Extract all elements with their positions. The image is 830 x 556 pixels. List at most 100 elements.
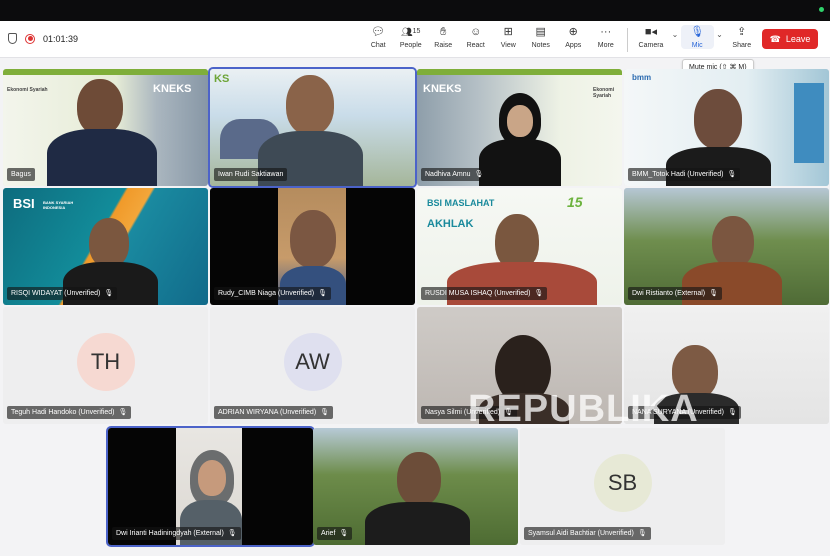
name-label: Arief 🎙︎ [317, 527, 353, 540]
muted-mic-icon: 🎙︎ [227, 530, 237, 537]
apps-icon: ⊕ [568, 26, 578, 38]
participant-face [712, 216, 754, 268]
bsi-logo: BSI [13, 196, 35, 211]
meeting-timer: 01:01:39 [43, 33, 79, 44]
avatar: AW [283, 332, 342, 391]
grid-view-icon: ⊞ [503, 26, 513, 38]
participant-face [77, 79, 123, 135]
bsi-maslahat-logo: BSI MASLAHAT [427, 198, 495, 208]
participant-body [47, 129, 157, 186]
muted-mic-icon: 🎙︎ [339, 530, 349, 537]
camera-button[interactable]: ■◂ Camera [633, 25, 669, 49]
phone-hangup-icon: ☎ [769, 33, 781, 44]
participant-tile-rusdi[interactable]: BSI MASLAHAT AKHLAK 15 RUSDI MUSA ISHAQ … [417, 188, 622, 305]
more-button[interactable]: ··· More [590, 25, 623, 49]
muted-mic-icon: 🎙︎ [534, 290, 544, 297]
name-label: ADRIAN WIRYANA (Unverified) 🎙︎ [214, 406, 334, 419]
name-label: Bagus [7, 168, 35, 181]
participant-face [397, 452, 441, 506]
participant-tile-arief[interactable]: Arief 🎙︎ [313, 428, 518, 545]
participant-tile-nadhiva[interactable]: KNEKS Ekonomi Syariah Nadhiva Amnu 🎙︎ [417, 69, 622, 186]
kneks-logo: KNEKS [153, 83, 192, 95]
kneks-logo: KS [214, 73, 230, 85]
avatar: SB [593, 453, 652, 512]
muted-mic-icon: 🎙︎ [318, 290, 327, 297]
camera-indicator [819, 7, 824, 12]
participant-body [365, 502, 470, 545]
ekonomi-syariah-logo: Ekonomi Syariah [593, 87, 615, 99]
chat-icon: 💬︎ [371, 26, 386, 38]
participant-body [479, 139, 561, 186]
background-banner [3, 69, 208, 75]
muted-mic-icon: 🎙︎ [118, 409, 128, 416]
name-label: Dwi Ristianto (External) 🎙︎ [628, 287, 723, 300]
muted-mic-icon: 🎙︎ [727, 171, 737, 178]
bank-name-text: BANK SYARIAH INDONESIA [43, 200, 74, 210]
raise-hand-icon: ✋︎ [440, 26, 447, 38]
building-illustration [794, 83, 824, 163]
participant-tile-teguh[interactable]: TH Teguh Hadi Handoko (Unverified) 🎙︎ [3, 307, 208, 424]
participant-face [198, 460, 226, 496]
name-label: Dwi Irianti Hadiningdyah (External) 🎙︎ [112, 527, 241, 540]
shield-icon[interactable] [8, 33, 17, 44]
muted-mic-icon: 🎙︎ [727, 409, 737, 416]
muted-mic-icon: 🎙︎ [320, 409, 330, 416]
name-label: RUSDI MUSA ISHAQ (Unverified) 🎙︎ [421, 287, 548, 300]
smiley-icon: ☺ [470, 26, 482, 38]
participant-tile-risqi[interactable]: BSI BANK SYARIAH INDONESIA RISQI WIDAYAT… [3, 188, 208, 305]
camera-options-chevron-icon[interactable]: ⌄ [669, 25, 681, 39]
kneks-logo: KNEKS [423, 83, 462, 95]
mic-button[interactable]: 🎙︎ Mic [681, 25, 714, 49]
notes-button[interactable]: ▤ Notes [525, 25, 558, 49]
name-label: Syamsul Aidi Bachtiar (Unverified) 🎙︎ [524, 527, 651, 540]
window-titlebar [0, 0, 830, 21]
name-label: Iwan Rudi Saktiawan [214, 168, 288, 181]
avatar: TH [76, 332, 135, 391]
mic-options-chevron-icon[interactable]: ⌄ [714, 25, 726, 39]
participant-tile-totok[interactable]: bmm BMM_Totok Hadi (Unverified) 🎙︎ [624, 69, 829, 186]
participant-tile-dwi-irianti[interactable]: Dwi Irianti Hadiningdyah (External) 🎙︎ [106, 426, 315, 547]
participant-face [286, 75, 334, 135]
background-banner [417, 69, 622, 75]
leave-button[interactable]: ☎ Leave [762, 29, 818, 49]
akhlak-logo: AKHLAK [427, 218, 474, 230]
participant-tile-rudy[interactable]: Rudy_CIMB Niaga (Unverified) 🎙︎ [210, 188, 415, 305]
participant-face [89, 218, 129, 268]
recording-status: 01:01:39 [8, 33, 78, 44]
republika-watermark: REPUBLIKA [468, 388, 699, 430]
muted-mic-icon: 🎙︎ [709, 290, 719, 297]
name-label: Nadhiva Amnu 🎙︎ [421, 168, 488, 181]
apps-button[interactable]: ⊕ Apps [557, 25, 590, 49]
participant-face [694, 89, 742, 149]
notes-icon: ▤ [535, 26, 546, 38]
toolbar-divider [627, 28, 628, 52]
participant-tile-bagus[interactable]: KNEKS Ekonomi Syariah Bagus [3, 69, 208, 186]
participant-tile-dwi-ristianto[interactable]: Dwi Ristianto (External) 🎙︎ [624, 188, 829, 305]
muted-mic-icon: 🎙︎ [474, 171, 484, 178]
ekonomi-syariah-logo: Ekonomi Syariah [7, 87, 48, 93]
muted-mic-icon: 🎙︎ [104, 290, 114, 297]
bmm-logo: bmm [632, 73, 652, 82]
camera-icon: ■◂ [644, 26, 658, 38]
participant-face [507, 105, 533, 137]
share-button[interactable]: ⇪ Share [726, 25, 759, 49]
people-icon: 👥︎ 15 [401, 27, 421, 37]
chat-button[interactable]: 💬︎ Chat [362, 25, 395, 49]
name-label: RISQI WIDAYAT (Unverified) 🎙︎ [7, 287, 118, 300]
meeting-toolbar: 01:01:39 💬︎ Chat 👥︎ 15 People ✋︎ Raise ☺ Reac… [0, 21, 830, 58]
react-button[interactable]: ☺ React [460, 25, 493, 49]
name-label: BMM_Totok Hadi (Unverified) 🎙︎ [628, 168, 741, 181]
muted-mic-icon: 🎙︎ [637, 530, 647, 537]
name-label: Rudy_CIMB Niaga (Unverified) 🎙︎ [214, 287, 331, 300]
anniversary-logo: 15 [567, 194, 583, 210]
participant-tile-iwan[interactable]: KS Iwan Rudi Saktiawan [208, 67, 417, 188]
participant-tile-adrian[interactable]: AW ADRIAN WIRYANA (Unverified) 🎙︎ [210, 307, 415, 424]
raise-hand-button[interactable]: ✋︎ Raise [427, 25, 460, 49]
microphone-icon: 🎙︎ [690, 26, 705, 38]
toolbar-actions: 💬︎ Chat 👥︎ 15 People ✋︎ Raise ☺ React ⊞ View ▤… [362, 25, 758, 55]
view-button[interactable]: ⊞ View [492, 25, 525, 49]
participant-face [290, 210, 336, 268]
people-button[interactable]: 👥︎ 15 People [395, 25, 428, 49]
participant-tile-syamsul[interactable]: SB Syamsul Aidi Bachtiar (Unverified) 🎙︎ [520, 428, 725, 545]
share-icon: ⇪ [737, 26, 747, 38]
